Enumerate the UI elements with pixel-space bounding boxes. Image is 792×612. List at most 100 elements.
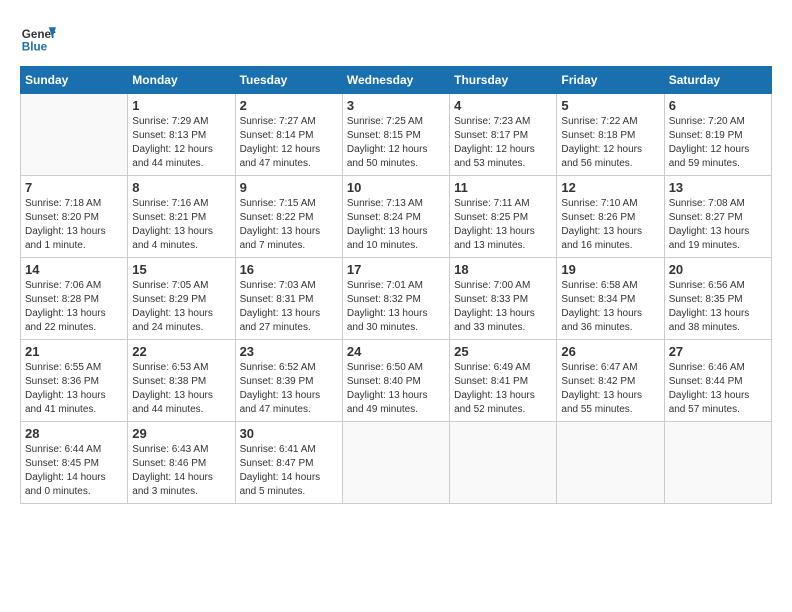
day-number: 30 (240, 426, 338, 441)
logo: General Blue (20, 20, 56, 56)
day-cell: 2Sunrise: 7:27 AMSunset: 8:14 PMDaylight… (235, 94, 342, 176)
day-number: 15 (132, 262, 230, 277)
day-info: Sunrise: 7:25 AMSunset: 8:15 PMDaylight:… (347, 115, 445, 171)
day-number: 18 (454, 262, 552, 277)
day-info: Sunrise: 6:44 AMSunset: 8:45 PMDaylight:… (25, 443, 123, 499)
day-info: Sunrise: 6:50 AMSunset: 8:40 PMDaylight:… (347, 361, 445, 417)
day-info: Sunrise: 7:06 AMSunset: 8:28 PMDaylight:… (25, 279, 123, 335)
day-info: Sunrise: 6:46 AMSunset: 8:44 PMDaylight:… (669, 361, 767, 417)
day-cell: 23 Sunrise: 6:52 AMSunset: 8:39 PMDayligh… (235, 340, 342, 422)
day-number: 12 (561, 180, 659, 195)
svg-text:Blue: Blue (22, 41, 48, 54)
day-number: 9 (240, 180, 338, 195)
day-number: 14 (25, 262, 123, 277)
week-row-5: 28 Sunrise: 6:44 AMSunset: 8:45 PMDayligh… (21, 422, 772, 504)
day-info: Sunrise: 7:00 AMSunset: 8:33 PMDaylight:… (454, 279, 552, 335)
day-info: Sunrise: 6:41 AMSunset: 8:47 PMDaylight:… (240, 443, 338, 499)
day-info: Sunrise: 7:16 AMSunset: 8:21 PMDaylight:… (132, 197, 230, 253)
day-info: Sunrise: 7:01 AMSunset: 8:32 PMDaylight:… (347, 279, 445, 335)
week-row-2: 7Sunrise: 7:18 AMSunset: 8:20 PMDaylight… (21, 176, 772, 258)
day-info: Sunrise: 7:11 AMSunset: 8:25 PMDaylight:… (454, 197, 552, 253)
day-cell: 20Sunrise: 6:56 AMSunset: 8:35 PMDayligh… (664, 258, 771, 340)
day-number: 11 (454, 180, 552, 195)
day-info: Sunrise: 6:43 AMSunset: 8:46 PMDaylight:… (132, 443, 230, 499)
day-cell: 12 Sunrise: 7:10 AMSunset: 8:26 PMDayligh… (557, 176, 664, 258)
calendar-table: SundayMondayTuesdayWednesdayThursdayFrid… (20, 66, 772, 504)
day-cell: 5Sunrise: 7:22 AMSunset: 8:18 PMDaylight… (557, 94, 664, 176)
day-number: 5 (561, 98, 659, 113)
day-cell: 3 Sunrise: 7:25 AMSunset: 8:15 PMDaylight… (342, 94, 449, 176)
day-cell (21, 94, 128, 176)
day-cell (342, 422, 449, 504)
day-cell: 17Sunrise: 7:01 AMSunset: 8:32 PMDayligh… (342, 258, 449, 340)
day-cell: 21 Sunrise: 6:55 AMSunset: 8:36 PMDayligh… (21, 340, 128, 422)
day-number: 24 (347, 344, 445, 359)
day-number: 2 (240, 98, 338, 113)
day-number: 23 (240, 344, 338, 359)
day-info: Sunrise: 6:47 AMSunset: 8:42 PMDaylight:… (561, 361, 659, 417)
day-info: Sunrise: 7:10 AMSunset: 8:26 PMDaylight:… (561, 197, 659, 253)
day-number: 20 (669, 262, 767, 277)
day-info: Sunrise: 7:15 AMSunset: 8:22 PMDaylight:… (240, 197, 338, 253)
day-cell (664, 422, 771, 504)
day-cell: 22Sunrise: 6:53 AMSunset: 8:38 PMDayligh… (128, 340, 235, 422)
day-cell: 29 Sunrise: 6:43 AMSunset: 8:46 PMDayligh… (128, 422, 235, 504)
day-info: Sunrise: 6:55 AMSunset: 8:36 PMDaylight:… (25, 361, 123, 417)
day-cell: 19 Sunrise: 6:58 AMSunset: 8:34 PMDayligh… (557, 258, 664, 340)
day-cell: 24 Sunrise: 6:50 AMSunset: 8:40 PMDayligh… (342, 340, 449, 422)
day-number: 19 (561, 262, 659, 277)
day-number: 1 (132, 98, 230, 113)
day-info: Sunrise: 7:29 AMSunset: 8:13 PMDaylight:… (132, 115, 230, 171)
day-cell: 25 Sunrise: 6:49 AMSunset: 8:41 PMDayligh… (450, 340, 557, 422)
column-header-friday: Friday (557, 67, 664, 94)
day-cell: 13 Sunrise: 7:08 AMSunset: 8:27 PMDayligh… (664, 176, 771, 258)
day-info: Sunrise: 7:13 AMSunset: 8:24 PMDaylight:… (347, 197, 445, 253)
day-number: 26 (561, 344, 659, 359)
day-info: Sunrise: 7:20 AMSunset: 8:19 PMDaylight:… (669, 115, 767, 171)
day-number: 27 (669, 344, 767, 359)
day-cell: 15 Sunrise: 7:05 AMSunset: 8:29 PMDayligh… (128, 258, 235, 340)
day-number: 28 (25, 426, 123, 441)
day-cell: 18 Sunrise: 7:00 AMSunset: 8:33 PMDayligh… (450, 258, 557, 340)
day-cell: 1 Sunrise: 7:29 AMSunset: 8:13 PMDaylight… (128, 94, 235, 176)
day-number: 10 (347, 180, 445, 195)
logo-icon: General Blue (20, 20, 56, 56)
day-info: Sunrise: 6:58 AMSunset: 8:34 PMDaylight:… (561, 279, 659, 335)
column-header-sunday: Sunday (21, 67, 128, 94)
day-number: 16 (240, 262, 338, 277)
day-cell: 6Sunrise: 7:20 AMSunset: 8:19 PMDaylight… (664, 94, 771, 176)
day-number: 25 (454, 344, 552, 359)
day-info: Sunrise: 7:05 AMSunset: 8:29 PMDaylight:… (132, 279, 230, 335)
day-info: Sunrise: 7:08 AMSunset: 8:27 PMDaylight:… (669, 197, 767, 253)
day-cell: 10 Sunrise: 7:13 AMSunset: 8:24 PMDayligh… (342, 176, 449, 258)
column-header-wednesday: Wednesday (342, 67, 449, 94)
day-info: Sunrise: 6:52 AMSunset: 8:39 PMDaylight:… (240, 361, 338, 417)
day-cell (450, 422, 557, 504)
day-cell: 27 Sunrise: 6:46 AMSunset: 8:44 PMDayligh… (664, 340, 771, 422)
week-row-3: 14 Sunrise: 7:06 AMSunset: 8:28 PMDayligh… (21, 258, 772, 340)
day-info: Sunrise: 7:18 AMSunset: 8:20 PMDaylight:… (25, 197, 123, 253)
day-cell: 11 Sunrise: 7:11 AMSunset: 8:25 PMDayligh… (450, 176, 557, 258)
day-info: Sunrise: 7:03 AMSunset: 8:31 PMDaylight:… (240, 279, 338, 335)
day-cell: 4Sunrise: 7:23 AMSunset: 8:17 PMDaylight… (450, 94, 557, 176)
week-row-4: 21 Sunrise: 6:55 AMSunset: 8:36 PMDayligh… (21, 340, 772, 422)
day-number: 13 (669, 180, 767, 195)
day-number: 21 (25, 344, 123, 359)
day-info: Sunrise: 6:49 AMSunset: 8:41 PMDaylight:… (454, 361, 552, 417)
day-number: 3 (347, 98, 445, 113)
day-cell: 30 Sunrise: 6:41 AMSunset: 8:47 PMDayligh… (235, 422, 342, 504)
day-number: 29 (132, 426, 230, 441)
day-number: 22 (132, 344, 230, 359)
column-header-monday: Monday (128, 67, 235, 94)
calendar-body: 1 Sunrise: 7:29 AMSunset: 8:13 PMDaylight… (21, 94, 772, 504)
column-header-tuesday: Tuesday (235, 67, 342, 94)
week-row-1: 1 Sunrise: 7:29 AMSunset: 8:13 PMDaylight… (21, 94, 772, 176)
page-header: General Blue (20, 20, 772, 56)
day-cell (557, 422, 664, 504)
day-cell: 26 Sunrise: 6:47 AMSunset: 8:42 PMDayligh… (557, 340, 664, 422)
column-header-saturday: Saturday (664, 67, 771, 94)
day-cell: 7Sunrise: 7:18 AMSunset: 8:20 PMDaylight… (21, 176, 128, 258)
calendar-header-row: SundayMondayTuesdayWednesdayThursdayFrid… (21, 67, 772, 94)
day-cell: 14 Sunrise: 7:06 AMSunset: 8:28 PMDayligh… (21, 258, 128, 340)
day-number: 4 (454, 98, 552, 113)
